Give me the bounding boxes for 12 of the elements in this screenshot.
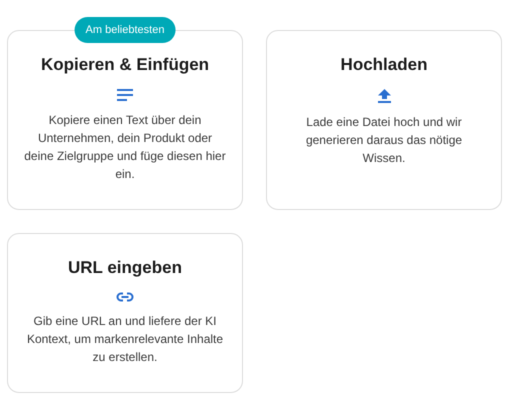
card-title: URL eingeben [68, 258, 182, 278]
text-lines-icon [117, 89, 133, 101]
link-icon [116, 292, 134, 302]
card-description: Gib eine URL an und liefere der KI Kontext, um markenrelevante Inhalte zu erstellen. [26, 313, 224, 366]
card-description: Lade eine Datei hoch und wir generieren daraus das nötige Wissen. [304, 114, 464, 167]
card-title: Hochladen [340, 55, 428, 75]
popular-badge: Am beliebtesten [74, 17, 176, 43]
option-card[interactable]: URL eingeben Gib eine URL an und liefere der KI Kontext, um markenrelevante Inhalte zu erstellen. [7, 233, 243, 393]
option-card[interactable]: Hochladen Lade eine Datei hoch und wir generieren daraus das nötige Wissen. [266, 30, 502, 210]
upload-icon [378, 89, 390, 103]
card-description: Kopiere einen Text über dein Unternehmen, dein Produkt oder deine Zielgruppe und füge diesen hier ein. [24, 112, 226, 183]
card-title: Kopieren & Einfügen [40, 55, 210, 75]
